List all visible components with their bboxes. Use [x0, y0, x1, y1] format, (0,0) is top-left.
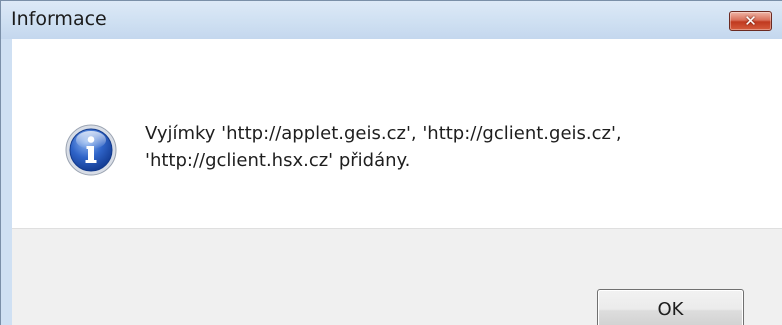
dialog-window: Informace ✕ Vyjímky 'http://applet.geis.… [0, 0, 782, 325]
dialog-title: Informace [11, 8, 107, 30]
button-area: OK [12, 228, 782, 325]
ok-button[interactable]: OK [597, 289, 744, 325]
dialog-content: Vyjímky 'http://applet.geis.cz', 'http:/… [12, 39, 782, 325]
close-button[interactable]: ✕ [729, 11, 772, 31]
dialog-message: Vyjímky 'http://applet.geis.cz', 'http:/… [145, 123, 622, 171]
close-icon: ✕ [744, 12, 757, 30]
info-icon [65, 124, 117, 176]
title-bar[interactable]: Informace ✕ [1, 1, 782, 39]
